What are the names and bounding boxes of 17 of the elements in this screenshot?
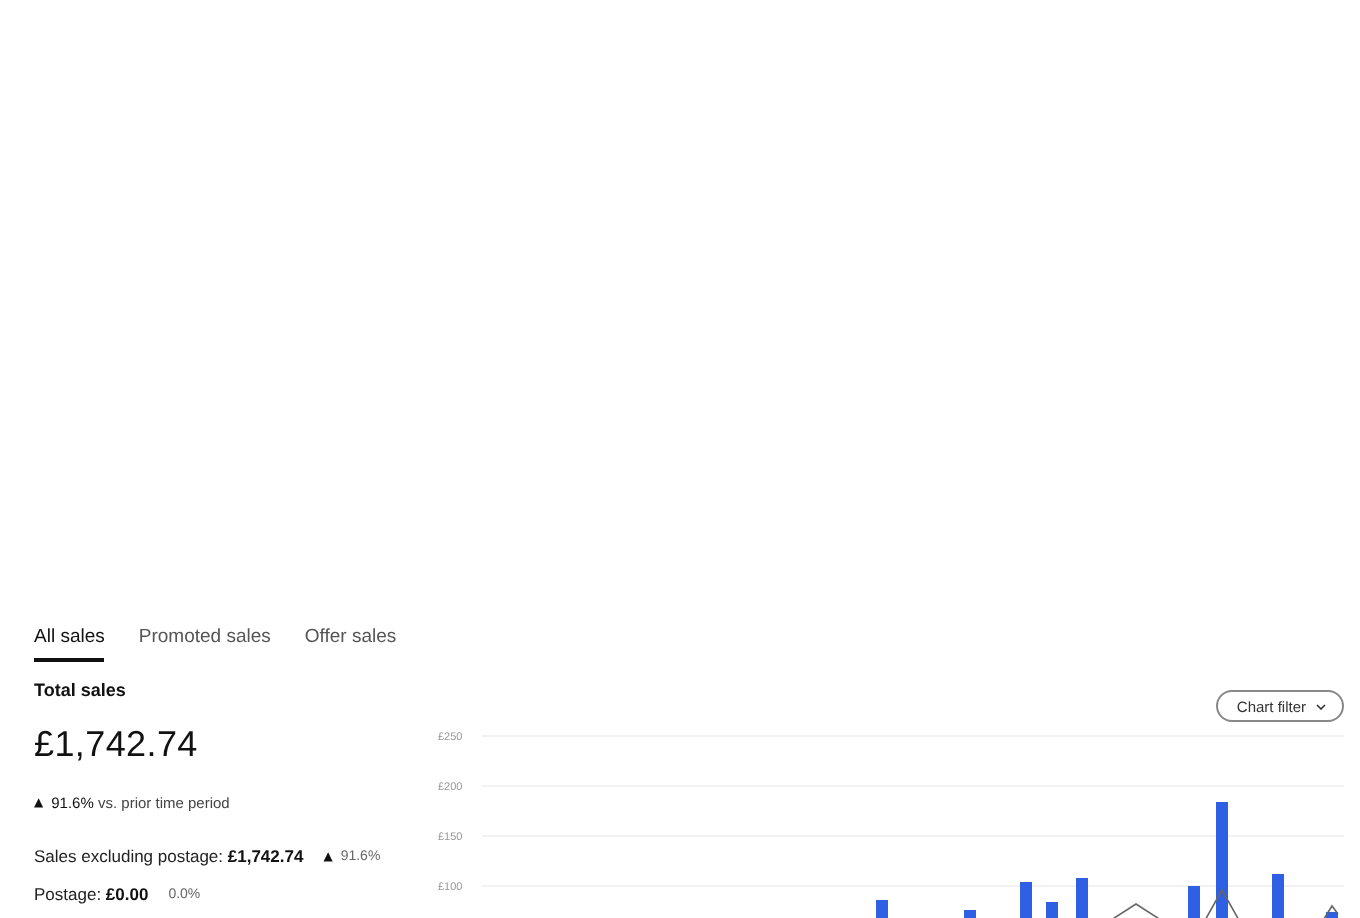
tab[interactable]: Promoted sales (138, 608, 271, 662)
chart-bar (1020, 882, 1032, 918)
total-sales-label: Total sales (34, 680, 126, 700)
chart-bar (1076, 878, 1088, 918)
chart-bar (1046, 902, 1058, 918)
chart-bar (1326, 912, 1338, 918)
chart-bar (1272, 874, 1284, 918)
breakdown-label: Postage: £0.00 (34, 884, 149, 904)
tab[interactable]: Offer sales (304, 608, 397, 662)
chart-bar (1216, 802, 1228, 918)
chevron-down-icon (1316, 703, 1326, 709)
tab[interactable]: All sales (34, 608, 105, 662)
chart-bar (1188, 886, 1200, 918)
chart-bar (964, 910, 976, 918)
total-sales-amount: £1,742.74 (34, 724, 198, 766)
breakdown-label: Sales excluding postage: £1,742.74 (34, 846, 304, 866)
chart-bar (876, 900, 888, 918)
